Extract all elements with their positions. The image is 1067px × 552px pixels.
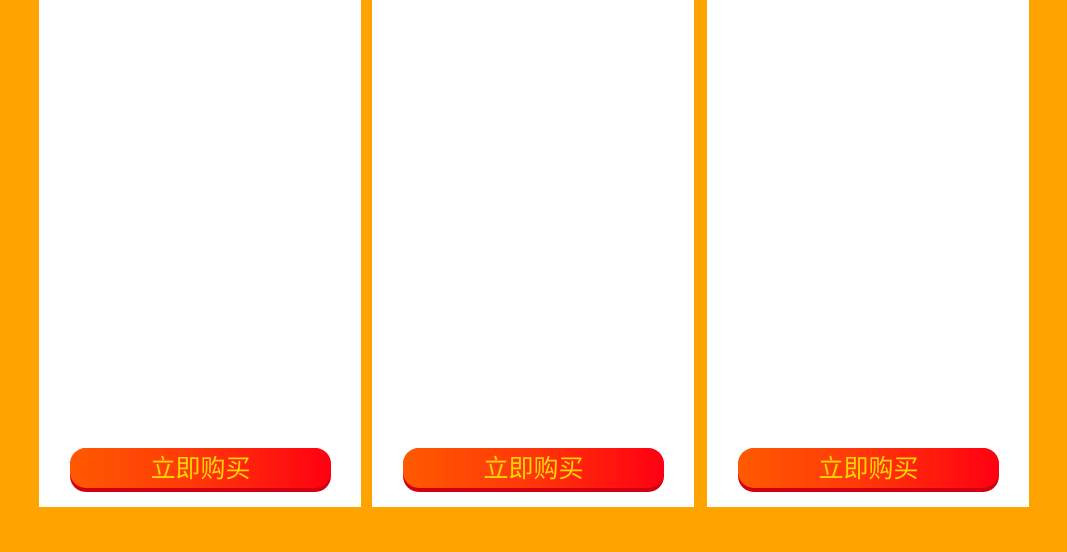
buy-now-label: 立即购买 — [818, 453, 919, 483]
buy-now-button[interactable]: 立即购买 — [70, 448, 331, 492]
product-card: 立即购买 — [39, 0, 361, 507]
buy-now-button-face[interactable]: 立即购买 — [70, 448, 331, 488]
buy-now-button[interactable]: 立即购买 — [738, 448, 999, 492]
promo-page: 立即购买 立即购买 立即购买 — [0, 0, 1067, 552]
buy-now-button-face[interactable]: 立即购买 — [403, 448, 664, 488]
buy-now-button-face[interactable]: 立即购买 — [738, 448, 999, 488]
buy-now-label: 立即购买 — [150, 453, 251, 483]
product-card: 立即购买 — [707, 0, 1029, 507]
product-card: 立即购买 — [372, 0, 694, 507]
buy-now-button[interactable]: 立即购买 — [403, 448, 664, 492]
buy-now-label: 立即购买 — [483, 453, 584, 483]
